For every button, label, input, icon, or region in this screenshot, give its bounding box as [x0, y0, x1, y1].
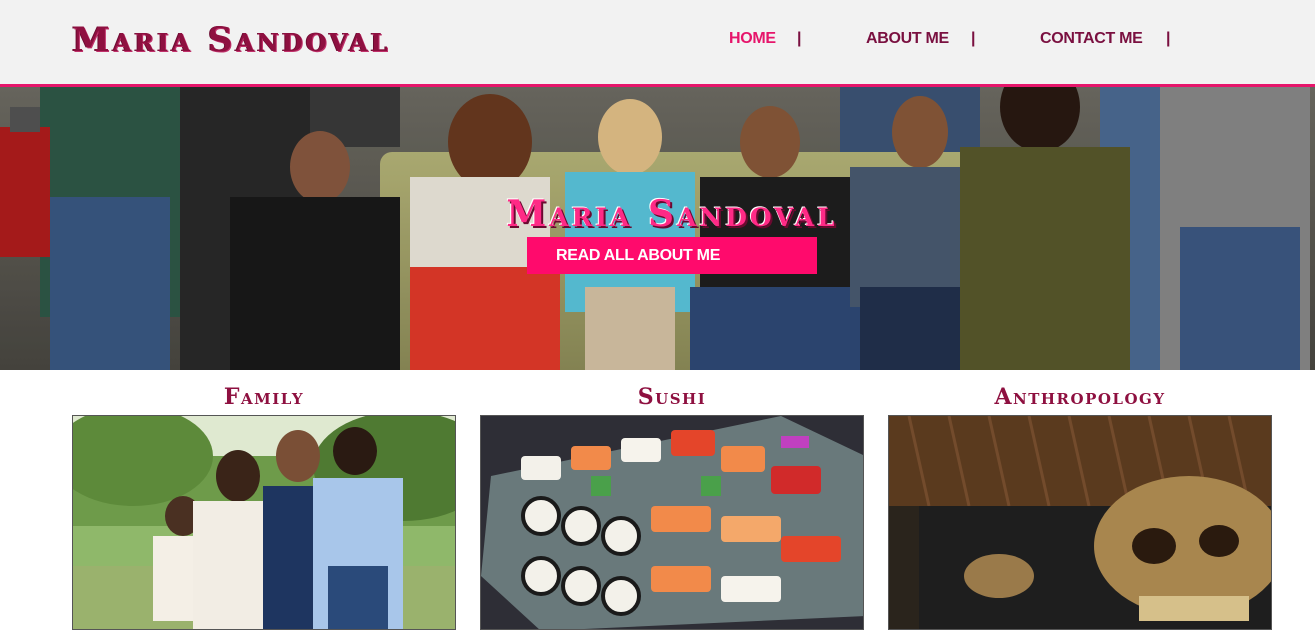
hero-title: Maria Sandoval — [506, 193, 838, 235]
nav-item-home[interactable]: HOME — [729, 30, 776, 48]
card-sushi: Sushi — [480, 382, 864, 630]
nav-item-about-me[interactable]: ABOUT ME — [866, 30, 949, 48]
nav-item-contact-me[interactable]: CONTACT ME — [1040, 30, 1143, 48]
nav-separator: | — [971, 30, 976, 47]
site-header: Maria Sandoval HOME | ABOUT ME | CONTACT… — [0, 0, 1315, 84]
nav-separator: | — [1166, 30, 1171, 47]
card-title: Sushi — [637, 384, 707, 410]
anthropology-photo[interactable] — [888, 415, 1272, 630]
family-photo[interactable] — [72, 415, 456, 630]
anthropology-image — [889, 416, 1271, 629]
nav-separator: | — [797, 30, 802, 47]
sushi-photo[interactable] — [480, 415, 864, 630]
main-nav: HOME | ABOUT ME | CONTACT ME | — [0, 30, 1315, 50]
sushi-image — [481, 416, 863, 629]
hero-banner: Maria Sandoval READ ALL ABOUT ME — [0, 87, 1315, 370]
card-anthropology: Anthropology — [888, 382, 1272, 630]
card-title: Family — [223, 384, 305, 410]
card-family: Family — [72, 382, 456, 630]
read-about-me-button[interactable]: READ ALL ABOUT ME — [527, 237, 817, 274]
card-title: Anthropology — [994, 384, 1166, 410]
family-image — [73, 416, 455, 629]
